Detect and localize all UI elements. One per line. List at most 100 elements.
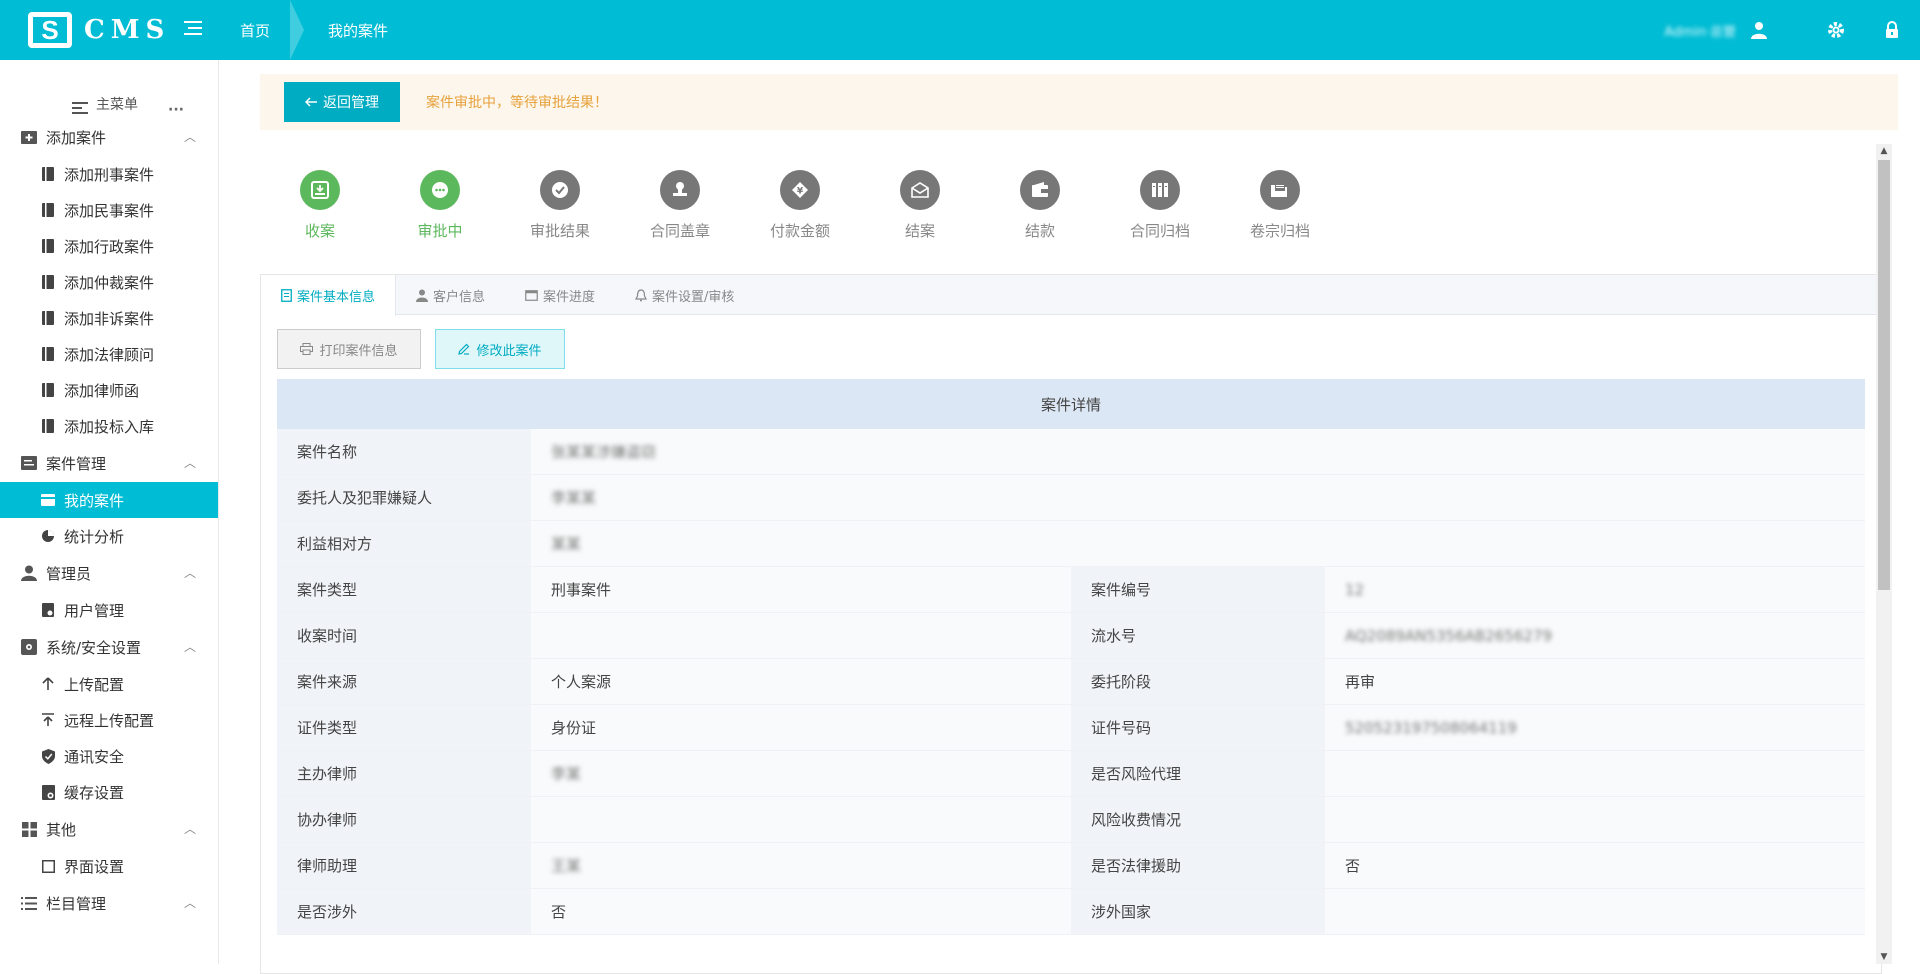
sidebar-item-label: 添加刑事案件 [64,165,155,184]
wallet-icon [1020,170,1060,210]
step-contract-archive[interactable]: 合同归档 [1100,170,1220,241]
sidebar-item-add-criminal[interactable]: 添加刑事案件 [0,156,218,192]
scrollbar-thumb[interactable] [1878,160,1890,590]
tab-label: 案件基本信息 [297,290,376,305]
sidebar-item-add-administrative[interactable]: 添加行政案件 [0,228,218,264]
sidebar-item-user-management[interactable]: 用户管理 [0,592,218,628]
step-approval-result[interactable]: 审批结果 [500,170,620,241]
sidebar-item-statistics[interactable]: 统计分析 [0,518,218,554]
field-key: 证件号码 [1071,705,1325,750]
sidebar-item-label: 通讯安全 [64,747,125,766]
sidebar-group-other[interactable]: 其他 ︿ [0,810,218,848]
user-icon [416,289,429,302]
sidebar-group-add-case[interactable]: 添加案件 ︿ [0,118,218,156]
tab-case-settings[interactable]: 案件设置/审核 [615,275,754,315]
field-value: AQ2089AN5356AB2656279 [1325,613,1865,658]
money-icon: ¥ [780,170,820,210]
sidebar-item-add-civil[interactable]: 添加民事案件 [0,192,218,228]
menu-toggle-icon[interactable] [184,20,202,41]
field-key: 是否法律援助 [1071,843,1325,888]
field-value [531,613,1071,658]
gear-icon[interactable] [1808,0,1864,60]
sidebar-group-label: 系统/安全设置 [46,638,142,657]
user-icon[interactable] [1750,21,1768,39]
sidebar-item-label: 添加民事案件 [64,201,155,220]
scroll-up-icon[interactable]: ▲ [1879,146,1889,156]
field-value: 张某某涉嫌盗窃 [531,429,1865,474]
scroll-down-icon[interactable]: ▼ [1879,952,1889,962]
sidebar-item-label: 添加法律顾问 [64,345,155,364]
username[interactable]: Admin·总管 [1664,21,1736,40]
sidebar-group-column-management[interactable]: 栏目管理 ︿ [0,884,218,922]
field-key: 流水号 [1071,613,1325,658]
book-icon [40,238,56,254]
step-receive[interactable]: 收案 [260,170,380,241]
more-icon[interactable]: ··· [168,102,184,118]
sidebar-item-ui-settings[interactable]: 界面设置 [0,848,218,884]
table-row: 主办律师 李某 是否风险代理 [277,751,1865,797]
step-approving[interactable]: 审批中 [380,170,500,241]
sidebar-item-communication-security[interactable]: 通讯安全 [0,738,218,774]
step-contract-seal[interactable]: 合同盖章 [620,170,740,241]
sidebar-item-label: 远程上传配置 [64,711,155,730]
step-label: 付款金额 [769,222,830,240]
table-row: 利益相对方 某某 [277,521,1865,567]
field-value: 520523197508064119 [1325,705,1865,750]
field-key: 收案时间 [277,613,531,658]
step-payment[interactable]: ¥ 付款金额 [740,170,860,241]
field-key: 协办律师 [277,797,531,842]
step-label: 审批结果 [529,222,590,240]
sidebar-title: 主菜单 [96,97,138,113]
breadcrumb-current[interactable]: 我的案件 [308,0,408,60]
field-key: 风险收费情况 [1071,797,1325,842]
masked-value: 520523197508064119 [1345,718,1517,737]
lock-icon[interactable] [1864,0,1920,60]
sidebar-group-label: 添加案件 [46,128,107,147]
step-settlement[interactable]: 结款 [980,170,1100,241]
masked-value: 张某某涉嫌盗窃 [551,443,657,461]
step-label: 结案 [904,222,935,240]
shield-icon [40,748,56,764]
edit-button[interactable]: 修改此案件 [435,329,565,369]
table-row: 律师助理 王某 是否法律援助 否 [277,843,1865,889]
chevron-up-icon: ︿ [183,566,196,580]
sidebar-item-my-cases[interactable]: 我的案件 [0,482,218,518]
sidebar-item-cache-settings[interactable]: 缓存设置 [0,774,218,810]
tab-basic-info[interactable]: 案件基本信息 [261,275,397,316]
sidebar-group-case-management[interactable]: 案件管理 ︿ [0,444,218,482]
print-button-label: 打印案件信息 [319,343,398,359]
sidebar-item-label: 添加仲裁案件 [64,273,155,292]
chevron-up-icon: ︿ [183,640,196,654]
sidebar-item-add-legal-advisor[interactable]: 添加法律顾问 [0,336,218,372]
field-key: 利益相对方 [277,521,531,566]
sidebar-item-add-bid[interactable]: 添加投标入库 [0,408,218,444]
sidebar-group-admin[interactable]: 管理员 ︿ [0,554,218,592]
back-button[interactable]: 返回管理 [284,82,400,122]
step-file-archive[interactable]: 卷宗归档 [1220,170,1340,241]
sidebar-item-add-non-litigation[interactable]: 添加非诉案件 [0,300,218,336]
user-file-icon [40,602,56,618]
sidebar-item-remote-upload-config[interactable]: 远程上传配置 [0,702,218,738]
field-key: 证件类型 [277,705,531,750]
tab-client-info[interactable]: 客户信息 [396,275,505,315]
field-value [1325,797,1865,842]
sidebar-item-add-arbitration[interactable]: 添加仲裁案件 [0,264,218,300]
edit-button-label: 修改此案件 [476,343,542,359]
sidebar-item-label: 用户管理 [64,601,125,620]
step-label: 合同归档 [1129,222,1190,240]
inbox-icon [300,170,340,210]
table-row: 案件来源 个人案源 委托阶段 再审 [277,659,1865,705]
book-icon [40,418,56,434]
sidebar-item-upload-config[interactable]: 上传配置 [0,666,218,702]
sidebar-group-system-security[interactable]: 系统/安全设置 ︿ [0,628,218,666]
print-button[interactable]: 打印案件信息 [277,329,421,369]
sidebar-group-label: 案件管理 [46,454,107,473]
step-close-case[interactable]: 结案 [860,170,980,241]
sidebar-item-add-lawyer-letter[interactable]: 添加律师函 [0,372,218,408]
vertical-scrollbar[interactable]: ▲ ▼ [1876,144,1892,964]
sidebar-item-label: 界面设置 [64,857,125,876]
tab-bar: 案件基本信息 客户信息 案件进度 案件设置/审核 [261,275,1881,316]
breadcrumb-home[interactable]: 首页 [220,0,290,60]
tab-case-progress[interactable]: 案件进度 [505,275,615,315]
field-key: 涉外国家 [1071,889,1325,934]
